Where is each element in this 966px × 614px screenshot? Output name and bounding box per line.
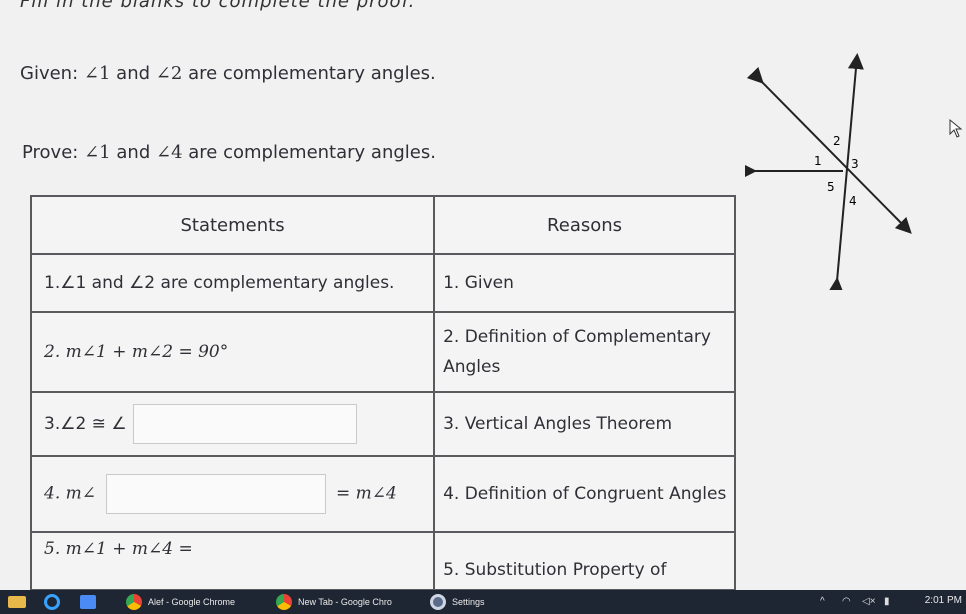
prove-angle-1: ∠1 [84,142,111,163]
angle-diagram: 1 2 3 4 5 [745,53,912,290]
proof-table: Statements Reasons 1.∠1 and ∠2 are compl… [29,195,736,591]
table-header-row: Statements Reasons [29,195,736,255]
given-statement: Given: ∠1 and ∠2 are complementary angle… [20,63,436,84]
statement-4: 4. m∠ = m∠4 [29,455,436,533]
reason-1: 1. Given [433,253,736,313]
angle-label-2: 2 [833,134,841,148]
prove-angle-4: ∠4 [155,142,183,163]
angle-label-3: 3 [851,157,859,171]
statement-3: 3.∠2 ≅ ∠ [29,391,436,457]
statement-3-prefix: 3.∠2 ≅ ∠ [44,414,127,434]
table-row: 4. m∠ = m∠4 4. Definition of Congruent An… [29,455,736,533]
table-row: 1.∠1 and ∠2 are complementary angles. 1.… [29,253,736,313]
statement-4-suffix: = m∠4 [336,483,397,504]
given-and: and [116,63,151,84]
reason-5: 5. Substitution Property of [433,531,736,591]
taskbar-item-label: New Tab - Google Chro [298,597,392,607]
refresh-globe-icon [44,594,60,610]
statement-5: 5. m∠1 + m∠4 = [29,531,436,591]
angle-label-1: 1 [814,154,822,168]
angle-label-5: 5 [827,180,835,194]
prove-label: Prove: [22,142,79,163]
answer-input-4[interactable] [106,474,326,514]
taskbar-item-label: Alef - Google Chrome [148,597,236,607]
volume-icon[interactable]: ◁× [862,596,876,607]
apps-pinned-button[interactable] [80,590,96,614]
file-explorer-button[interactable] [8,590,26,614]
taskbar-item-label: Settings [452,597,485,607]
battery-icon[interactable]: ▮ [884,596,890,607]
table-row: 2. m∠1 + m∠2 = 90° 2. Definition of Comp… [29,311,736,393]
browser-pinned-button[interactable] [44,590,60,614]
prove-statement: Prove: ∠1 and ∠4 are complementary angle… [22,142,436,163]
statement-1: 1.∠1 and ∠2 are complementary angles. [29,253,436,313]
folder-icon [8,596,26,608]
settings-icon [430,594,446,610]
chrome-icon [126,594,142,610]
given-angle-2: ∠2 [155,63,183,84]
line-diagonal [746,66,912,234]
chrome-icon [276,594,292,610]
statement-2: 2. m∠1 + m∠2 = 90° [29,311,436,393]
reasons-header: Reasons [433,195,736,255]
taskbar-item-newtab[interactable]: New Tab - Google Chro [276,590,392,614]
apps-icon [80,595,96,609]
mouse-cursor-icon [949,118,963,138]
table-row: 5. m∠1 + m∠4 = 5. Substitution Property … [29,531,736,591]
statements-header: Statements [29,195,436,255]
prove-text: are complementary angles. [188,142,436,163]
taskbar-item-settings[interactable]: Settings [430,590,485,614]
reason-3: 3. Vertical Angles Theorem [433,391,736,457]
reason-2: 2. Definition of Complementary Angles [433,311,736,393]
chevron-up-icon[interactable]: ^ [820,596,825,607]
answer-input-3[interactable] [132,404,357,444]
clock[interactable]: 2:01 PM [925,595,962,606]
given-text: are complementary angles. [188,63,436,84]
header-fragment: Fill in the blanks to complete the proof… [20,0,416,12]
given-label: Given: [20,63,79,84]
table-row: 3.∠2 ≅ ∠ 3. Vertical Angles Theorem [29,391,736,457]
reason-4: 4. Definition of Congruent Angles [433,455,736,533]
wifi-icon[interactable]: ◠ [842,596,851,607]
taskbar-item-alef[interactable]: Alef - Google Chrome [126,590,235,614]
taskbar: Alef - Google Chrome New Tab - Google Ch… [0,590,966,614]
given-angle-1: ∠1 [83,63,111,84]
prove-and: and [116,142,151,163]
statement-4-prefix: 4. m∠ [44,483,96,504]
angle-label-4: 4 [849,194,857,208]
